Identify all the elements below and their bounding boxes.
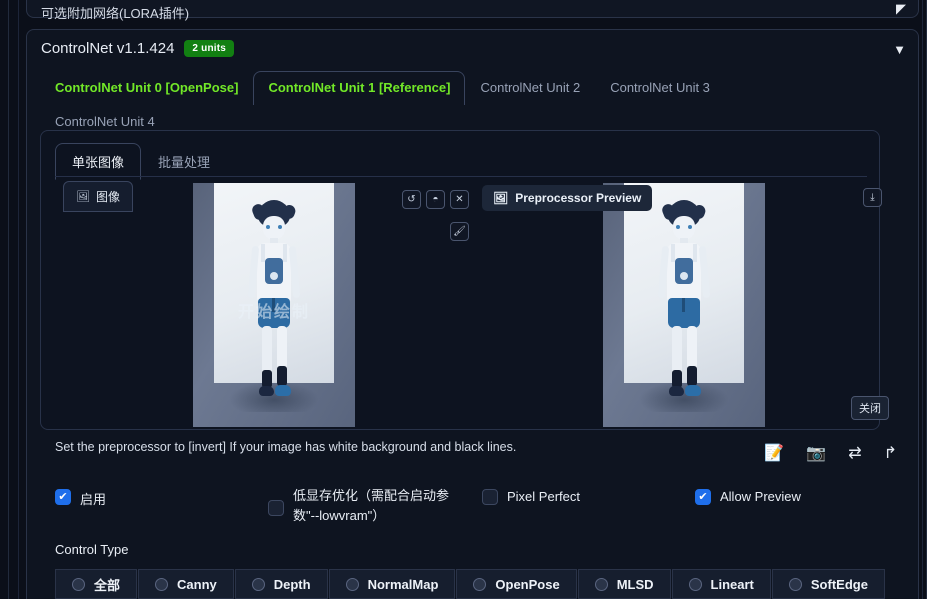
radio-softedge-dot[interactable] — [788, 577, 802, 591]
allow-preview-checkbox-box[interactable]: ✔ — [695, 489, 711, 505]
units-badge: 2 units — [184, 40, 235, 57]
undo-icon[interactable]: ↺ — [402, 190, 421, 209]
options-row: ✔ 启用 低显存优化（需配合启动参数"--lowvram"） Pixel Per… — [55, 486, 895, 536]
send-icon[interactable]: ↱ — [884, 446, 897, 462]
checkbox-lowvram[interactable]: 低显存优化（需配合启动参数"--lowvram"） — [268, 486, 458, 526]
lowvram-label: 低显存优化（需配合启动参数"--lowvram"） — [293, 488, 450, 524]
controlnet-header[interactable]: ControlNet v1.1.424 2 units — [41, 40, 235, 57]
allow-preview-label: Allow Preview — [720, 489, 801, 504]
subtab-divider — [55, 176, 867, 177]
control-type-radio-group: 全部 Canny Depth NormalMap OpenPose MLSD L… — [55, 569, 885, 599]
radio-normalmap-label: NormalMap — [367, 576, 439, 592]
radio-normalmap[interactable]: NormalMap — [328, 569, 456, 599]
page-root: 可选附加网络(LORA插件) ◤ ControlNet v1.1.424 2 u… — [0, 0, 927, 599]
checkbox-pixel-perfect[interactable]: Pixel Perfect — [482, 489, 580, 505]
pixel-perfect-label: Pixel Perfect — [507, 489, 580, 504]
lora-panel-title: 可选附加网络(LORA插件) — [41, 6, 190, 21]
camera-icon[interactable]: 📷 — [806, 446, 826, 462]
preview-image — [603, 183, 765, 427]
tab-controlnet-unit-2[interactable]: ControlNet Unit 2 — [465, 71, 595, 105]
radio-lineart-label: Lineart — [710, 576, 754, 592]
lora-collapse-icon[interactable]: ◤ — [896, 1, 906, 17]
preview-label-text: Preprocessor Preview — [515, 191, 642, 205]
radio-normalmap-dot[interactable] — [345, 577, 359, 591]
radio-openpose[interactable]: OpenPose — [456, 569, 577, 599]
radio-softedge[interactable]: SoftEdge — [771, 569, 885, 599]
close-preview-button[interactable]: 关闭 — [851, 396, 889, 420]
preprocessor-hint: Set the preprocessor to [invert] If your… — [55, 440, 517, 454]
edit-icon[interactable]: 📝 — [764, 446, 784, 462]
subtab-batch-process[interactable]: 批量处理 — [141, 143, 227, 180]
radio-openpose-label: OpenPose — [495, 576, 560, 592]
checkbox-allow-preview[interactable]: ✔ Allow Preview — [695, 489, 801, 505]
preview-image-icon: 🖼 — [493, 191, 509, 205]
radio-all[interactable]: 全部 — [55, 569, 138, 599]
brush-icon[interactable]: 🖌 — [450, 222, 469, 241]
download-icon[interactable]: ⤓ — [863, 188, 882, 207]
checkbox-enable[interactable]: ✔ 启用 — [55, 489, 106, 508]
radio-all-label: 全部 — [94, 577, 121, 593]
radio-all-dot[interactable] — [72, 577, 85, 591]
radio-canny[interactable]: Canny — [138, 569, 234, 599]
controlnet-title: ControlNet v1.1.424 — [41, 40, 175, 57]
radio-openpose-dot[interactable] — [473, 577, 487, 591]
image-icon: 🖼 — [76, 191, 90, 203]
canvas-toolbar: ↺ ◓ ✕ — [402, 190, 469, 209]
swap-icon[interactable]: ⇄ — [848, 446, 861, 462]
radio-mlsd[interactable]: MLSD — [577, 569, 671, 599]
radio-lineart[interactable]: Lineart — [671, 569, 771, 599]
chevron-down-icon[interactable]: ▼ — [893, 42, 906, 57]
radio-canny-label: Canny — [177, 576, 217, 592]
eraser-icon[interactable]: ◓ — [426, 190, 445, 209]
radio-lineart-dot[interactable] — [688, 577, 702, 591]
image-source-chip[interactable]: 🖼 图像 — [63, 181, 133, 212]
lora-panel[interactable]: 可选附加网络(LORA插件) ◤ — [26, 0, 919, 21]
pixel-perfect-checkbox-box[interactable] — [482, 489, 498, 505]
enable-label: 启用 — [80, 492, 107, 507]
input-image-canvas[interactable]: 开始绘制 — [193, 183, 355, 427]
tab-controlnet-unit-0[interactable]: ControlNet Unit 0 [OpenPose] — [40, 71, 253, 105]
preprocessor-preview-image[interactable] — [603, 183, 765, 427]
tab-controlnet-unit-1[interactable]: ControlNet Unit 1 [Reference] — [253, 71, 466, 105]
image-action-tools: 📝 📷 ⇄ ↱ — [764, 446, 897, 462]
radio-depth[interactable]: Depth — [234, 569, 328, 599]
subtab-single-image[interactable]: 单张图像 — [55, 143, 142, 180]
radio-mlsd-label: MLSD — [616, 576, 654, 592]
enable-checkbox-box[interactable]: ✔ — [55, 489, 71, 505]
radio-softedge-label: SoftEdge — [810, 576, 868, 592]
image-chip-label: 图像 — [95, 190, 120, 204]
close-icon[interactable]: ✕ — [450, 190, 469, 209]
radio-canny-dot[interactable] — [155, 577, 169, 591]
tab-controlnet-unit-3[interactable]: ControlNet Unit 3 — [595, 71, 725, 105]
lowvram-checkbox-box[interactable] — [268, 500, 284, 516]
radio-mlsd-dot[interactable] — [594, 577, 608, 591]
download-button-wrap: ⤓ — [863, 188, 882, 207]
radio-depth-label: Depth — [273, 576, 311, 592]
brush-tool-wrap: 🖌 — [450, 222, 469, 241]
preprocessor-preview-label: 🖼 Preprocessor Preview — [482, 185, 653, 211]
radio-depth-dot[interactable] — [251, 577, 265, 591]
controlnet-unit-body: 单张图像 批量处理 🖼 图像 开始绘制 — [40, 130, 880, 430]
image-watermark: 开始绘制 — [237, 303, 310, 321]
control-type-title: Control Type — [55, 542, 129, 557]
image-mode-subtabs: 单张图像 批量处理 — [55, 143, 227, 180]
